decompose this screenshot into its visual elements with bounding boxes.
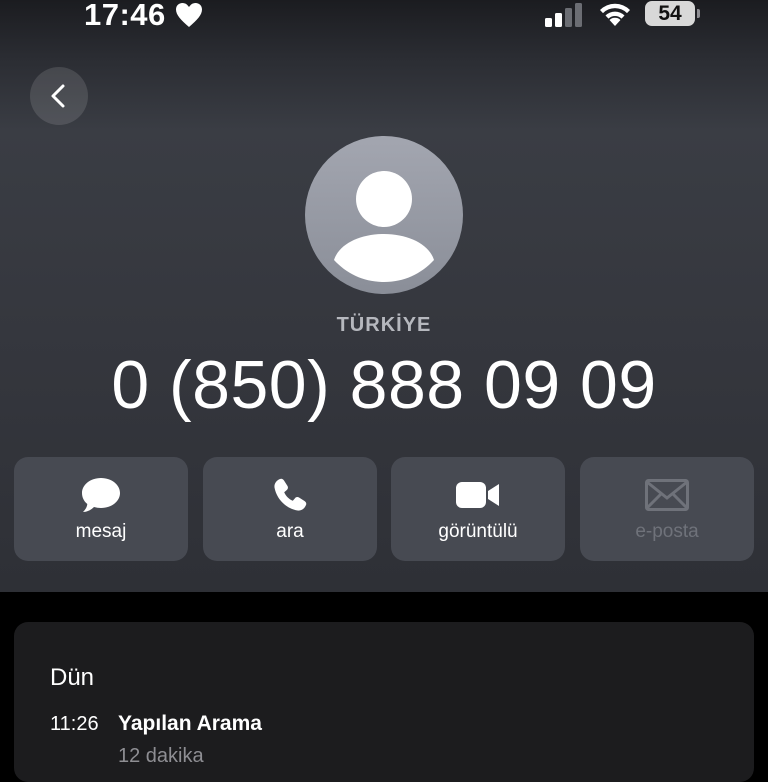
contact-avatar xyxy=(305,136,463,294)
phone-icon xyxy=(274,478,307,511)
envelope-icon xyxy=(645,479,689,511)
message-bubble-icon xyxy=(82,478,120,512)
status-time: 17:46 xyxy=(84,0,166,32)
contact-country: TÜRKİYE xyxy=(336,314,432,336)
wifi-icon xyxy=(600,3,630,26)
call-time: 11:26 xyxy=(50,713,99,735)
recent-calls-card: Dün 11:26 Yapılan Arama 12 dakika xyxy=(14,622,754,782)
person-silhouette-icon xyxy=(334,171,434,282)
back-button[interactable] xyxy=(30,67,88,125)
video-call-button[interactable]: görüntülü xyxy=(391,457,565,561)
contact-phone-number[interactable]: 0 (850) 888 09 09 xyxy=(0,346,768,424)
contact-header: 17:46 54 TÜRKİYE 0 (850) 888 09 09 mesaj… xyxy=(0,0,768,592)
call-duration: 12 dakika xyxy=(118,745,204,767)
email-button[interactable]: e-posta xyxy=(580,457,754,561)
call-type: Yapılan Arama xyxy=(118,712,262,735)
recent-calls-day: Dün xyxy=(50,664,95,691)
action-buttons: mesaj ara görüntülü e-posta xyxy=(14,457,754,561)
battery-nub xyxy=(697,9,700,18)
message-button[interactable]: mesaj xyxy=(14,457,188,561)
video-call-button-label: görüntülü xyxy=(438,521,518,542)
message-button-label: mesaj xyxy=(75,521,127,542)
heart-icon xyxy=(176,3,202,27)
call-button-label: ara xyxy=(276,521,304,542)
email-button-label: e-posta xyxy=(635,521,699,542)
call-button[interactable]: ara xyxy=(203,457,377,561)
chevron-left-icon xyxy=(51,84,65,108)
cellular-signal-icon xyxy=(545,3,582,27)
battery-icon: 54 xyxy=(645,1,695,26)
video-camera-icon xyxy=(456,482,499,508)
